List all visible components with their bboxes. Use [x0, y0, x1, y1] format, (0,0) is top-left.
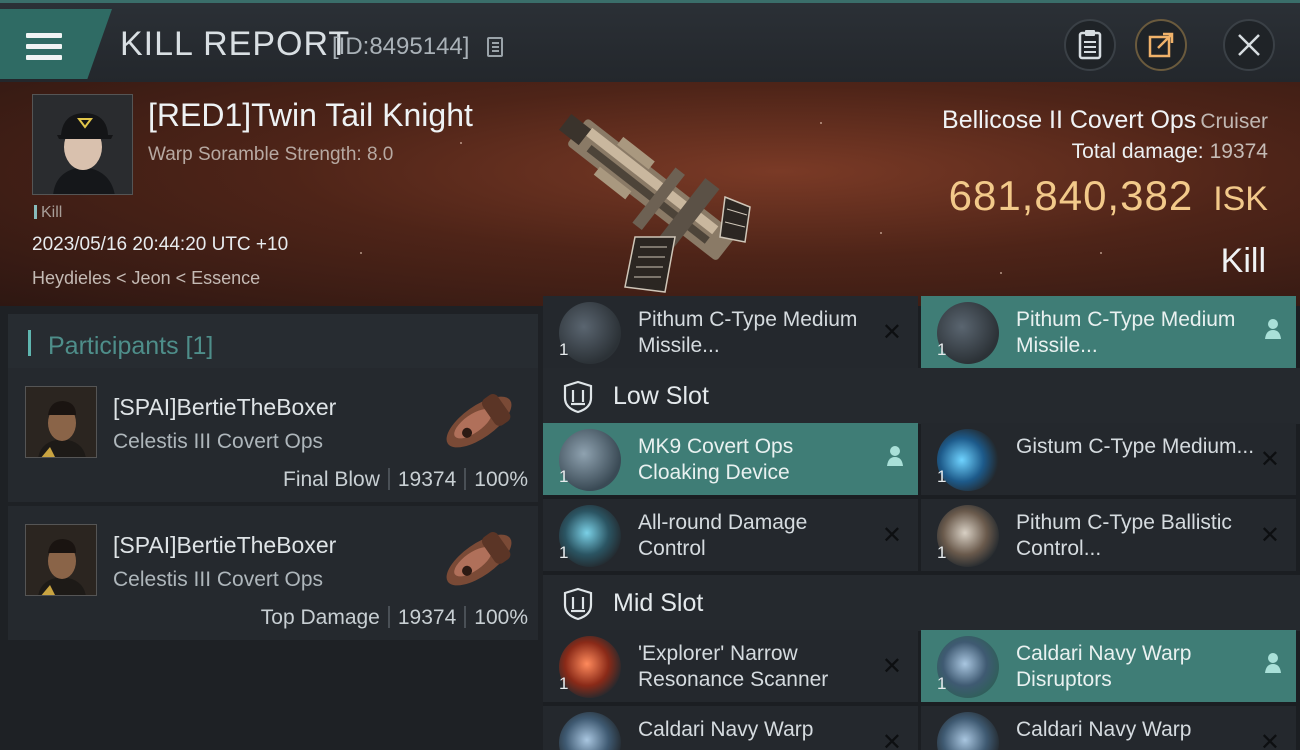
kill-report-screen: KILL REPORT [ID:8495144] [RED1]Twin Tail…	[0, 0, 1300, 750]
module-quantity: 1	[937, 340, 947, 359]
kill-tag: Kill	[34, 204, 62, 222]
victim-ship-image[interactable]	[535, 87, 765, 297]
module-name: Caldari Navy Warp	[638, 718, 814, 741]
mid-slot-label: Mid Slot	[613, 589, 704, 617]
participant-role: Final Blow	[283, 468, 380, 491]
warp-scramble-strength: Warp Soramble Strength: 8.0	[148, 144, 394, 165]
participants-title: Participants [1]	[48, 332, 214, 360]
participant-card[interactable]: [SPAI]BertieTheBoxer Celestis III Covert…	[8, 368, 538, 502]
module-item[interactable]: 1 Caldari Navy Warp ✕	[921, 706, 1296, 750]
close-icon	[1238, 34, 1260, 56]
menu-button[interactable]	[0, 9, 112, 79]
participant-avatar[interactable]	[25, 524, 97, 596]
participant-stats: Final Blow 19374 100%	[283, 468, 528, 492]
module-icon	[559, 712, 621, 750]
module-item[interactable]: 1 Pithum C-Type Medium Missile... ✕	[543, 296, 918, 368]
destroyed-x-icon: ✕	[881, 653, 902, 680]
module-quantity: 1	[937, 467, 947, 486]
module-item[interactable]: 1 Gistum C-Type Medium... ✕	[921, 423, 1296, 495]
destroyed-x-icon: ✕	[1259, 446, 1280, 473]
person-icon	[887, 446, 903, 466]
module-item[interactable]: 1 Pithum C-Type Ballistic Control... ✕	[921, 499, 1296, 571]
module-name: Pithum C-Type Medium Missile...	[1016, 308, 1236, 357]
module-name: Caldari Navy Warp Disruptors	[1016, 642, 1192, 691]
clipboard-button[interactable]	[1064, 19, 1116, 71]
participant-ship-image[interactable]	[433, 514, 525, 606]
participant-damage: 19374	[397, 468, 457, 491]
top-bar: KILL REPORT [ID:8495144]	[0, 0, 1300, 82]
isk-value: 681,840,382	[948, 172, 1194, 219]
victim-ship-line: Bellicose II Covert Ops Cruiser	[942, 106, 1268, 135]
victim-ship-class: Cruiser	[1200, 110, 1268, 133]
module-item[interactable]: 1 'Explorer' Narrow Resonance Scanner ✕	[543, 630, 918, 702]
participant-name[interactable]: [SPAI]BertieTheBoxer	[113, 394, 336, 421]
participant-percent: 100%	[474, 468, 528, 491]
hamburger-icon	[26, 33, 62, 61]
participant-name[interactable]: [SPAI]BertieTheBoxer	[113, 532, 336, 559]
total-damage: Total damage: 19374	[1072, 140, 1268, 164]
module-name: 'Explorer' Narrow Resonance Scanner	[638, 642, 829, 691]
destroyed-x-icon: ✕	[881, 319, 902, 346]
participant-ship: Celestis III Covert Ops	[113, 430, 324, 453]
module-quantity: 1	[559, 543, 569, 562]
module-quantity: 1	[937, 543, 947, 562]
clipboard-icon	[1078, 30, 1102, 60]
participants-header[interactable]: Participants [1]	[8, 314, 538, 370]
module-item[interactable]: 1 Caldari Navy Warp ✕	[543, 706, 918, 750]
module-item[interactable]: 1 All-round Damage Control ✕	[543, 499, 918, 571]
fitted-modules-panel: 1 Pithum C-Type Medium Missile... ✕ 1 Pi…	[543, 296, 1300, 750]
shield-slot-icon	[563, 380, 593, 414]
module-icon	[937, 712, 999, 750]
destroyed-x-icon: ✕	[881, 522, 902, 549]
module-name: Pithum C-Type Medium Missile...	[638, 308, 858, 357]
module-item[interactable]: 1 Pithum C-Type Medium Missile...	[921, 296, 1296, 368]
participant-avatar[interactable]	[25, 386, 97, 458]
share-icon	[1148, 32, 1174, 58]
low-slot-header: Low Slot	[543, 368, 1300, 424]
module-quantity: 1	[559, 674, 569, 693]
kill-timestamp: 2023/05/16 20:44:20 UTC +10	[32, 234, 289, 255]
module-quantity: 1	[559, 340, 569, 359]
participant-ship: Celestis III Covert Ops	[113, 568, 324, 591]
total-damage-label: Total damage:	[1071, 140, 1204, 163]
module-quantity: 1	[937, 674, 947, 693]
module-name: Pithum C-Type Ballistic Control...	[1016, 511, 1232, 560]
participant-role: Top Damage	[260, 606, 380, 629]
destroyed-x-icon: ✕	[881, 729, 902, 750]
low-slot-label: Low Slot	[613, 382, 709, 410]
destroyed-x-icon: ✕	[1259, 522, 1280, 549]
participant-stats: Top Damage 19374 100%	[261, 606, 528, 630]
module-name: All-round Damage Control	[638, 511, 808, 560]
victim-ship-name[interactable]: Bellicose II Covert Ops	[942, 106, 1196, 134]
participant-card[interactable]: [SPAI]BertieTheBoxer Celestis III Covert…	[8, 506, 538, 640]
module-name: Caldari Navy Warp	[1016, 718, 1192, 741]
share-button[interactable]	[1135, 19, 1187, 71]
participant-percent: 100%	[474, 606, 528, 629]
close-button[interactable]	[1223, 19, 1275, 71]
destroyed-x-icon: ✕	[1259, 729, 1280, 750]
person-icon	[1265, 653, 1281, 673]
module-quantity: 1	[559, 467, 569, 486]
module-name: Gistum C-Type Medium...	[1016, 435, 1255, 458]
report-result: Kill	[1220, 242, 1266, 280]
copy-icon[interactable]	[487, 37, 503, 57]
participant-damage: 19374	[397, 606, 457, 629]
victim-summary: [RED1]Twin Tail Knight Warp Soramble Str…	[0, 82, 1300, 306]
person-icon	[1265, 319, 1281, 339]
participant-ship-image[interactable]	[433, 376, 525, 468]
report-id: [ID:8495144]	[332, 33, 470, 60]
module-item[interactable]: 1 MK9 Covert Ops Cloaking Device	[543, 423, 918, 495]
module-item[interactable]: 1 Caldari Navy Warp Disruptors	[921, 630, 1296, 702]
kill-location[interactable]: Heydieles < Jeon < Essence	[32, 268, 260, 289]
isk-value-line: 681,840,382 ISK	[949, 172, 1268, 220]
total-damage-value: 19374	[1209, 140, 1268, 163]
participants-panel: Participants [1] [SPAI]BertieTheBoxer Ce…	[0, 306, 543, 750]
isk-unit: ISK	[1213, 180, 1268, 218]
page-title: KILL REPORT	[120, 25, 351, 63]
module-name: MK9 Covert Ops Cloaking Device	[638, 435, 794, 484]
mid-slot-header: Mid Slot	[543, 575, 1300, 631]
victim-name[interactable]: [RED1]Twin Tail Knight	[148, 97, 473, 134]
shield-slot-icon	[563, 587, 593, 621]
victim-avatar[interactable]	[32, 94, 133, 195]
